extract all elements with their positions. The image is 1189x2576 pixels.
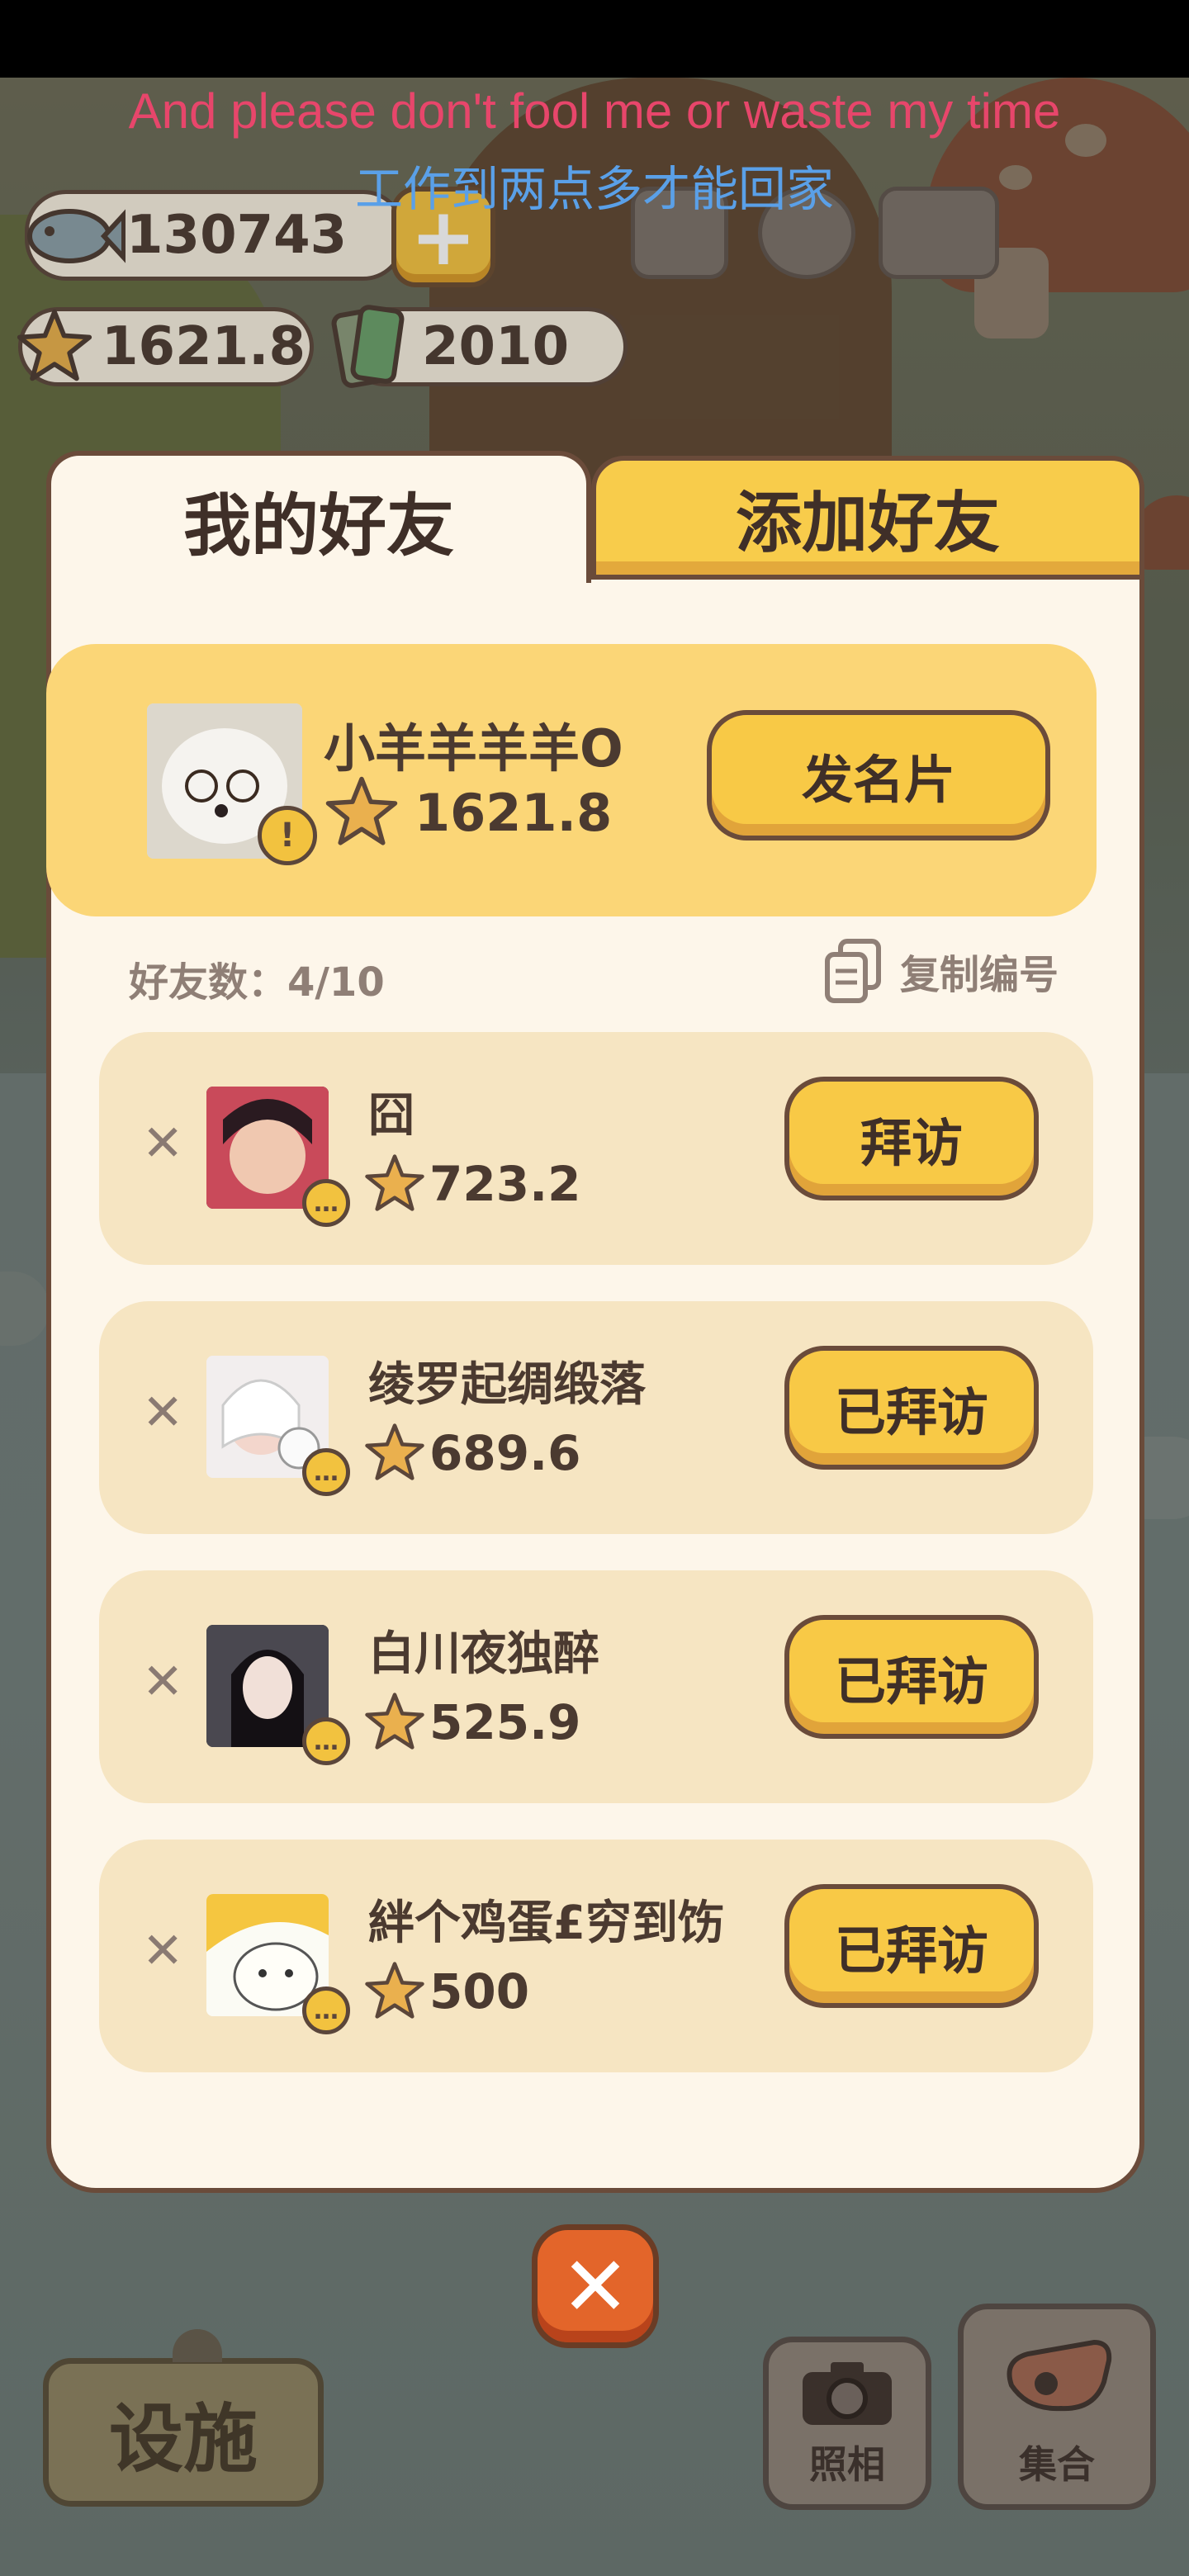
- more-icon[interactable]: …: [302, 1448, 350, 1496]
- visit-button[interactable]: 拜访: [784, 1077, 1039, 1200]
- caption-english: And please don't fool me or waste my tim…: [128, 83, 1061, 139]
- remove-friend-icon[interactable]: ✕: [142, 1115, 183, 1172]
- caption-chinese: 工作到两点多才能回家: [354, 161, 834, 217]
- friend-row: ✕ … 白川夜独醉 525.9 已拜访: [99, 1570, 1093, 1803]
- visited-button[interactable]: 已拜访: [784, 1346, 1039, 1470]
- copy-id-button[interactable]: 复制编号: [822, 938, 1059, 1004]
- friend-score: 689.6: [429, 1425, 581, 1481]
- my-score: 1621.8: [414, 783, 613, 843]
- copy-icon: [825, 939, 881, 1003]
- friend-row: ✕ … 絆个鸡蛋£穷到饬 500 已拜访: [99, 1840, 1093, 2072]
- level-badge: !: [258, 806, 317, 865]
- star-icon: [365, 1423, 424, 1480]
- friend-name: 絆个鸡蛋£穷到饬: [368, 1896, 724, 1950]
- friend-score: 500: [429, 1963, 530, 2020]
- friend-score: 723.2: [429, 1156, 581, 1212]
- status-bar: [0, 0, 1189, 78]
- visited-button[interactable]: 已拜访: [784, 1615, 1039, 1739]
- star-icon: [365, 1693, 424, 1750]
- more-icon[interactable]: …: [302, 1179, 350, 1227]
- friend-name: 绫罗起绸缎落: [368, 1358, 646, 1412]
- gather-button[interactable]: 集合: [958, 2304, 1156, 2510]
- photo-button[interactable]: 照相: [763, 2337, 931, 2510]
- facility-button[interactable]: 设施: [43, 2329, 324, 2507]
- my-profile-card: ! 小羊羊羊羊O 1621.8 发名片: [46, 644, 1097, 916]
- my-name: 小羊羊羊羊O: [324, 718, 623, 779]
- star-icon: [365, 1154, 424, 1211]
- visited-button[interactable]: 已拜访: [784, 1884, 1039, 2008]
- friend-name: 囧: [368, 1089, 414, 1143]
- star-icon: [365, 1962, 424, 2019]
- friend-row: ✕ … 绫罗起绸缎落 689.6 已拜访: [99, 1301, 1093, 1534]
- gather-label: 集合: [1019, 2442, 1095, 2487]
- tab-add-friend[interactable]: 添加好友: [591, 456, 1144, 580]
- whistle-icon: [1007, 2339, 1112, 2412]
- remove-friend-icon[interactable]: ✕: [142, 1922, 183, 1980]
- star-icon: [325, 776, 398, 845]
- friend-count: 好友数：4/10: [129, 959, 385, 1006]
- tab-my-friends[interactable]: 我的好友: [46, 451, 591, 583]
- remove-friend-icon[interactable]: ✕: [142, 1384, 183, 1442]
- close-button[interactable]: ✕: [532, 2224, 659, 2348]
- friend-row: ✕ … 囧 723.2 拜访: [99, 1032, 1093, 1265]
- photo-label: 照相: [809, 2442, 885, 2487]
- camera-icon: [803, 2362, 892, 2425]
- copy-id-label: 复制编号: [900, 952, 1059, 998]
- facility-label: 设施: [109, 2396, 258, 2483]
- remove-friend-icon[interactable]: ✕: [142, 1653, 183, 1711]
- friend-score: 525.9: [429, 1694, 581, 1750]
- send-card-button[interactable]: 发名片: [707, 710, 1050, 841]
- more-icon[interactable]: …: [302, 1717, 350, 1765]
- more-icon[interactable]: …: [302, 1986, 350, 2034]
- friend-name: 白川夜独醉: [368, 1627, 599, 1681]
